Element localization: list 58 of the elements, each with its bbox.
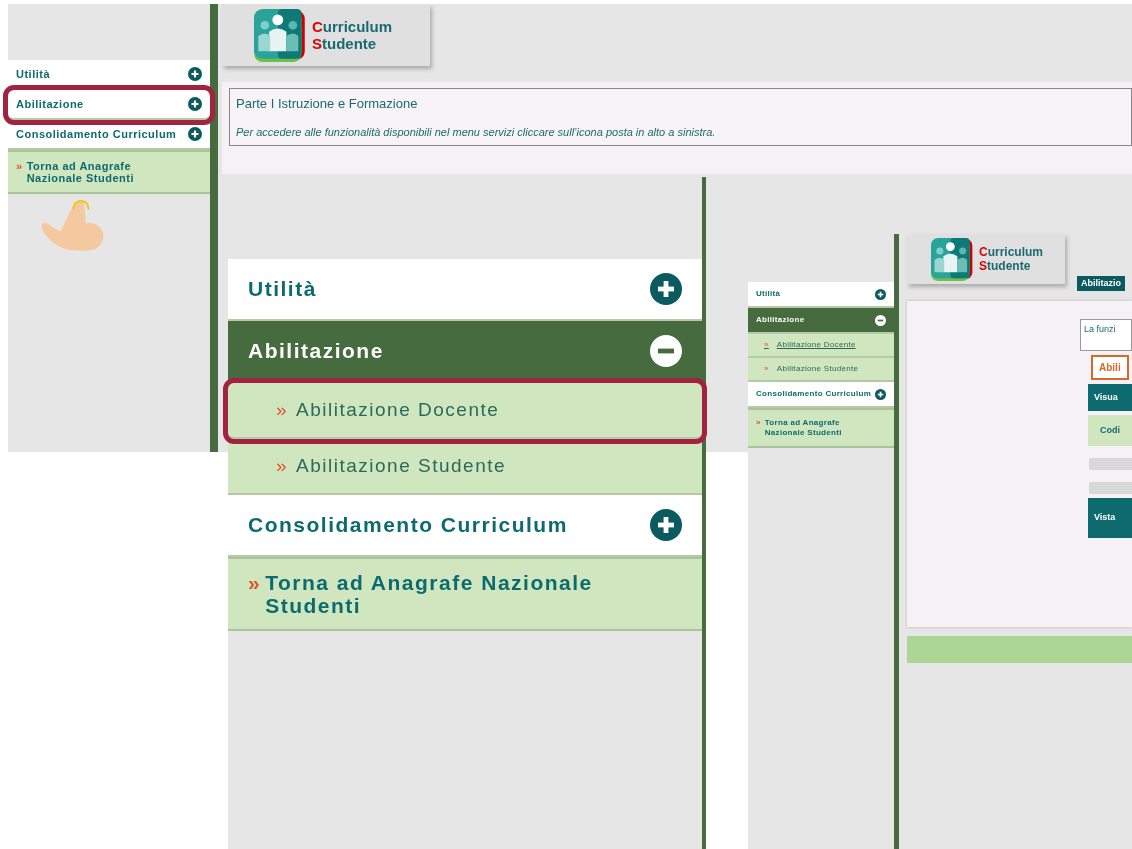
chevron-marker: » [276, 397, 289, 422]
plus-circle-icon[interactable] [650, 509, 682, 541]
logo-text: Curriculum [979, 245, 1043, 259]
menu-subitem-label: Abilitazione Docente [776, 339, 856, 351]
people-logo-icon [254, 8, 308, 62]
placeholder-bar [1089, 458, 1132, 470]
menu-subitem[interactable]: » Abilitazione Studente [748, 358, 895, 382]
menu-link[interactable]: » Torna ad Anagrafe Nazionale Studenti [228, 557, 702, 631]
menu-section-label: Consolidamento Curriculum [756, 388, 872, 400]
chevron-marker: » [16, 160, 23, 172]
menu-link-label: Torna ad Anagrafe Nazionale Studenti [26, 160, 136, 184]
chevron-marker: » [276, 453, 289, 478]
menu-subitem-label: Abilitazione Studente [296, 453, 507, 478]
menu-section[interactable]: Abilitazione [748, 308, 895, 334]
table-row: Codi [1088, 415, 1132, 446]
logo-text: Curriculum [312, 18, 393, 35]
menu-link[interactable]: » Torna ad Anagrafe Nazionale Studenti [748, 408, 895, 448]
menu-section[interactable]: Utilità [228, 259, 702, 321]
menu-section[interactable]: Consolidamento Curriculum [228, 495, 702, 557]
table-header-bar: Visua [1088, 384, 1132, 411]
menu-section-label: Abilitazione [756, 314, 805, 326]
notice-text: Per accedere alle funzionalità disponibili nel menu servizi cliccare sull’icona posta in alto a sinistra. [236, 124, 717, 140]
page-tag: Abilitazio [1077, 275, 1125, 291]
menu-subitem-label: Abilitazione Studente [776, 363, 859, 375]
menu-section[interactable]: Consolidamento Curriculum [748, 382, 895, 408]
menu-section-label: Abilitazione [248, 338, 384, 365]
menu-link[interactable]: » Torna ad Anagrafe Nazionale Studenti [8, 150, 210, 194]
logo-text: Studente [312, 35, 378, 52]
plus-circle-icon[interactable] [875, 388, 887, 400]
minus-circle-icon[interactable] [875, 314, 887, 326]
placeholder-bar [1089, 482, 1132, 494]
plus-circle-icon[interactable] [188, 127, 202, 141]
chevron-marker: » [248, 571, 262, 594]
minus-circle-icon[interactable] [650, 335, 682, 367]
notice-title: Parte I Istruzione e Formazione [236, 95, 419, 113]
menu-link-label: Torna ad Anagrafe Nazionale Studenti [265, 571, 594, 617]
logo-text: Studente [979, 259, 1032, 273]
chevron-marker: » [756, 418, 761, 428]
menu-section-label: Consolidamento Curriculum [248, 512, 568, 539]
menu-section-label: Utilità [248, 276, 317, 303]
plus-circle-icon[interactable] [650, 273, 682, 305]
message-field: La funzi [1080, 319, 1132, 351]
plus-circle-icon[interactable] [188, 97, 202, 111]
table-header-bar: Vista [1088, 498, 1132, 538]
menu-section[interactable]: Utilità [748, 282, 895, 308]
outline-tab-button[interactable]: Abili [1091, 355, 1129, 380]
menu-section-label: Abilitazione [16, 96, 84, 112]
menu-subitem-label: Abilitazione Docente [296, 397, 500, 422]
menu-section-label: Utilità [16, 66, 51, 82]
chevron-marker: » [764, 339, 769, 351]
plus-circle-icon[interactable] [188, 67, 202, 81]
menu-subitem[interactable]: » Abilitazione Docente [748, 334, 895, 358]
menu-link-label: Torna ad Anagrafe Nazionale Studenti [764, 418, 843, 438]
menu-section-label: Utilità [756, 288, 781, 300]
plus-circle-icon[interactable] [875, 288, 887, 300]
menu-section-label: Consolidamento Curriculum [16, 126, 177, 142]
people-logo-icon [931, 237, 975, 281]
chevron-marker: » [764, 363, 769, 375]
